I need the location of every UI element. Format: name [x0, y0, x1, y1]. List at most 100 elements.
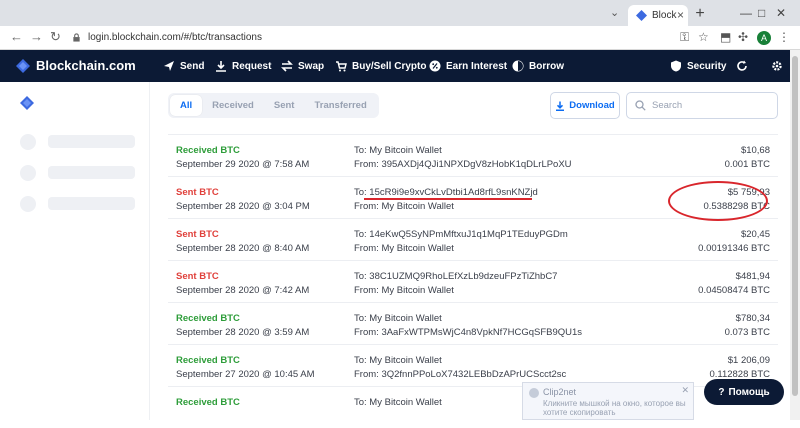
tx-crypto-amount: 0.073 BTC — [724, 327, 770, 338]
skeleton-item — [48, 197, 135, 210]
notification-message: Кликните мышкой на окно, которое вы хоти… — [543, 399, 686, 417]
tx-date: September 27 2020 @ 10:45 AM — [176, 369, 315, 380]
nav-request[interactable]: Request — [215, 60, 271, 72]
brand-name: Blockchain.com — [36, 58, 136, 73]
nav-earn-interest[interactable]: Earn Interest — [429, 60, 507, 72]
transaction-row[interactable]: Sent BTC September 28 2020 @ 8:40 AM To:… — [168, 218, 778, 260]
nav-security-label: Security — [687, 60, 727, 72]
menu-dots-icon[interactable]: ⋮ — [778, 30, 790, 44]
tx-type: Received BTC — [176, 397, 240, 408]
wallet-logo-icon — [20, 96, 34, 110]
tx-fiat-amount: $481,94 — [735, 271, 770, 282]
url-text: login.blockchain.com/#/btc/transactions — [88, 32, 262, 43]
nav-borrow[interactable]: Borrow — [512, 60, 564, 72]
transaction-row[interactable]: Received BTC September 27 2020 @ 10:45 A… — [168, 344, 778, 386]
address-bar[interactable]: login.blockchain.com/#/btc/transactions — [68, 29, 668, 47]
blockchain-favicon-icon — [636, 10, 647, 21]
tx-fiat-amount: $1 206,09 — [727, 355, 770, 366]
skeleton-icon — [20, 165, 36, 181]
brand-logo[interactable]: Blockchain.com — [16, 58, 136, 73]
filter-received[interactable]: Received — [202, 95, 264, 116]
sidebar — [0, 82, 150, 420]
browser-tab-strip: ⌄ Block × + — □ ✕ — [0, 0, 800, 26]
tab-close-icon[interactable]: × — [677, 8, 684, 22]
nav-swap[interactable]: Swap — [281, 60, 324, 72]
shield-icon — [671, 60, 681, 72]
browser-tab[interactable]: Block × — [628, 5, 688, 26]
profile-avatar[interactable]: A — [757, 31, 771, 45]
search-box — [626, 92, 778, 119]
help-button[interactable]: ? Помощь — [704, 379, 784, 405]
tx-from: From: My Bitcoin Wallet — [354, 243, 454, 254]
tx-crypto-amount: 0.00191346 BTC — [698, 243, 770, 254]
tx-to: To: 38C1UZMQ9RhoLEfXzLb9dzeuFPzTiZhbC7 — [354, 271, 558, 282]
transaction-row[interactable]: Received BTC September 28 2020 @ 3:59 AM… — [168, 302, 778, 344]
clip2net-notification[interactable]: ✕ Clip2net Кликните мышкой на окно, кото… — [522, 382, 694, 420]
filter-sent[interactable]: Sent — [264, 95, 305, 116]
nav-buy-sell[interactable]: Buy/Sell Crypto — [335, 60, 426, 72]
close-window-icon[interactable]: ✕ — [776, 6, 786, 20]
annotation-underline — [364, 198, 532, 200]
cart-icon — [336, 61, 347, 72]
search-icon — [635, 100, 646, 111]
tx-to: To: My Bitcoin Wallet — [354, 313, 442, 324]
tx-from: From: My Bitcoin Wallet — [354, 201, 454, 212]
minimize-icon[interactable]: — — [740, 6, 752, 20]
refresh-button[interactable] — [736, 60, 748, 72]
reload-icon[interactable]: ↻ — [50, 29, 61, 45]
tx-from: From: 3AaFxWTPMsWjC4n8VpkNf7HCGqSFB9QU1s — [354, 327, 583, 338]
borrow-icon — [512, 60, 524, 72]
tx-from: From: 395AXDj4QJi1NPXDgV8zHobK1qDLrLPoXU — [354, 159, 572, 170]
skeleton-icon — [20, 134, 36, 150]
nav-swap-label: Swap — [298, 60, 325, 72]
request-icon — [216, 61, 226, 72]
search-input[interactable] — [652, 100, 772, 111]
skeleton-icon — [20, 196, 36, 212]
maximize-icon[interactable]: □ — [758, 6, 765, 20]
nav-security[interactable]: Security — [670, 60, 726, 72]
gear-icon — [772, 61, 782, 71]
blockchain-logo-icon — [16, 58, 30, 73]
tx-to: To: My Bitcoin Wallet — [354, 145, 442, 156]
info-icon — [529, 388, 539, 398]
transaction-filter-tabs: All Received Sent Transferred — [168, 93, 379, 118]
extension-icon[interactable]: ⬒ — [720, 30, 731, 44]
nav-buy-sell-label: Buy/Sell Crypto — [352, 60, 427, 72]
tx-type: Sent BTC — [176, 229, 219, 240]
tx-to: To: My Bitcoin Wallet — [354, 355, 442, 366]
close-icon[interactable]: ✕ — [681, 385, 689, 396]
swap-icon — [281, 60, 293, 72]
send-icon — [164, 61, 174, 71]
scrollbar-thumb[interactable] — [792, 56, 798, 396]
download-icon — [556, 101, 565, 111]
tx-crypto-amount: 0.04508474 BTC — [698, 285, 770, 296]
nav-send[interactable]: Send — [163, 60, 204, 72]
back-icon[interactable]: ← — [10, 29, 23, 44]
app-header: Blockchain.com Send Request Swap Buy/Sel… — [0, 50, 790, 82]
filter-transferred[interactable]: Transferred — [304, 95, 376, 116]
puzzle-icon[interactable]: ✣ — [738, 30, 748, 44]
tx-date: September 29 2020 @ 7:58 AM — [176, 159, 310, 170]
tx-date: September 28 2020 @ 3:59 AM — [176, 327, 310, 338]
refresh-icon — [737, 60, 747, 71]
notification-title: Clip2net — [543, 387, 577, 397]
tx-to: To: My Bitcoin Wallet — [354, 397, 442, 408]
download-label: Download — [569, 100, 615, 111]
transaction-row[interactable]: Received BTC September 29 2020 @ 7:58 AM… — [168, 134, 778, 176]
skeleton-item — [48, 135, 135, 148]
help-icon: ? — [718, 386, 725, 398]
download-button[interactable]: Download — [550, 92, 620, 119]
percent-icon — [429, 60, 441, 72]
tab-title: Block — [652, 10, 677, 21]
annotation-circle — [668, 181, 768, 221]
transaction-row[interactable]: Sent BTC September 28 2020 @ 7:42 AM To:… — [168, 260, 778, 302]
key-icon[interactable]: ⚿ — [680, 30, 689, 45]
filter-all[interactable]: All — [170, 95, 203, 116]
settings-button[interactable] — [771, 60, 783, 72]
tab-search-icon[interactable]: ⌄ — [610, 6, 619, 19]
forward-icon[interactable]: → — [30, 29, 43, 44]
bookmark-star-icon[interactable]: ☆ — [698, 30, 709, 44]
tx-fiat-amount: $10,68 — [740, 145, 770, 156]
new-tab-icon[interactable]: + — [692, 6, 708, 22]
nav-request-label: Request — [232, 60, 272, 72]
